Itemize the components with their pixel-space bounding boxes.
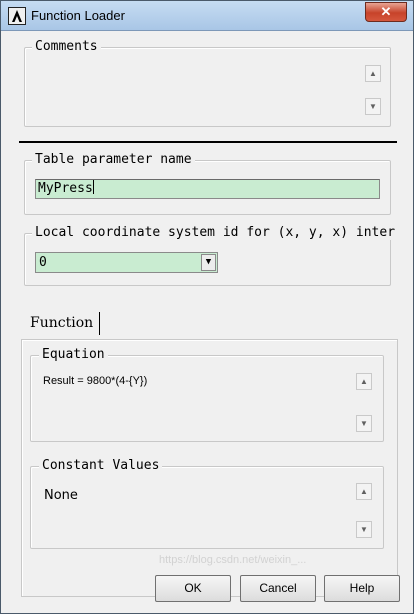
watermark-text: https://blog.csdn.net/weixin_...	[159, 554, 307, 566]
constants-group	[30, 466, 384, 549]
comments-legend: Comments	[32, 39, 101, 54]
constants-legend: Constant Values	[39, 458, 163, 473]
ok-button[interactable]: OK	[155, 575, 231, 602]
local-cs-legend: Local coordinate system id for (x, y, x)…	[32, 225, 399, 240]
equation-legend: Equation	[39, 347, 108, 362]
chevron-down-icon[interactable]: ▼	[201, 254, 216, 271]
equation-group	[30, 355, 384, 442]
dialog-body: Comments ▲ ▼ Table parameter name MyPres…	[9, 32, 406, 607]
table-param-value: MyPress	[38, 181, 93, 196]
scroll-up-arrow-icon[interactable]: ▲	[365, 65, 381, 82]
scroll-down-arrow-icon[interactable]: ▼	[356, 415, 372, 432]
comments-scrollbar[interactable]: ▲ ▼	[365, 65, 381, 117]
local-cs-dropdown[interactable]: 0 ▼	[35, 252, 218, 273]
constants-text[interactable]: None	[44, 488, 78, 503]
title-bar: Function Loader ✕	[1, 1, 413, 31]
cancel-button[interactable]: Cancel	[240, 575, 316, 602]
scroll-up-arrow-icon[interactable]: ▲	[356, 483, 372, 500]
tab-edge	[99, 312, 100, 335]
tab-function[interactable]: Function	[30, 315, 93, 331]
equation-text[interactable]: Result = 9800*(4-{Y})	[43, 375, 147, 387]
scroll-down-arrow-icon[interactable]: ▼	[356, 521, 372, 538]
comments-text-area[interactable]	[29, 58, 359, 120]
scroll-up-arrow-icon[interactable]: ▲	[356, 373, 372, 390]
text-caret	[92, 180, 94, 194]
constants-scrollbar[interactable]: ▲ ▼	[356, 483, 372, 540]
table-param-legend: Table parameter name	[32, 152, 195, 167]
help-button[interactable]: Help	[324, 575, 400, 602]
equation-scrollbar[interactable]: ▲ ▼	[356, 373, 372, 433]
section-divider	[19, 141, 397, 143]
ansys-logo-icon	[8, 7, 26, 25]
close-button[interactable]: ✕	[365, 2, 407, 22]
scroll-down-arrow-icon[interactable]: ▼	[365, 98, 381, 115]
function-loader-window: Function Loader ✕ Comments ▲ ▼ Table par…	[0, 0, 414, 614]
table-param-input[interactable]: MyPress	[35, 179, 380, 199]
window-title: Function Loader	[31, 8, 125, 23]
local-cs-selected-value: 0	[39, 255, 47, 270]
